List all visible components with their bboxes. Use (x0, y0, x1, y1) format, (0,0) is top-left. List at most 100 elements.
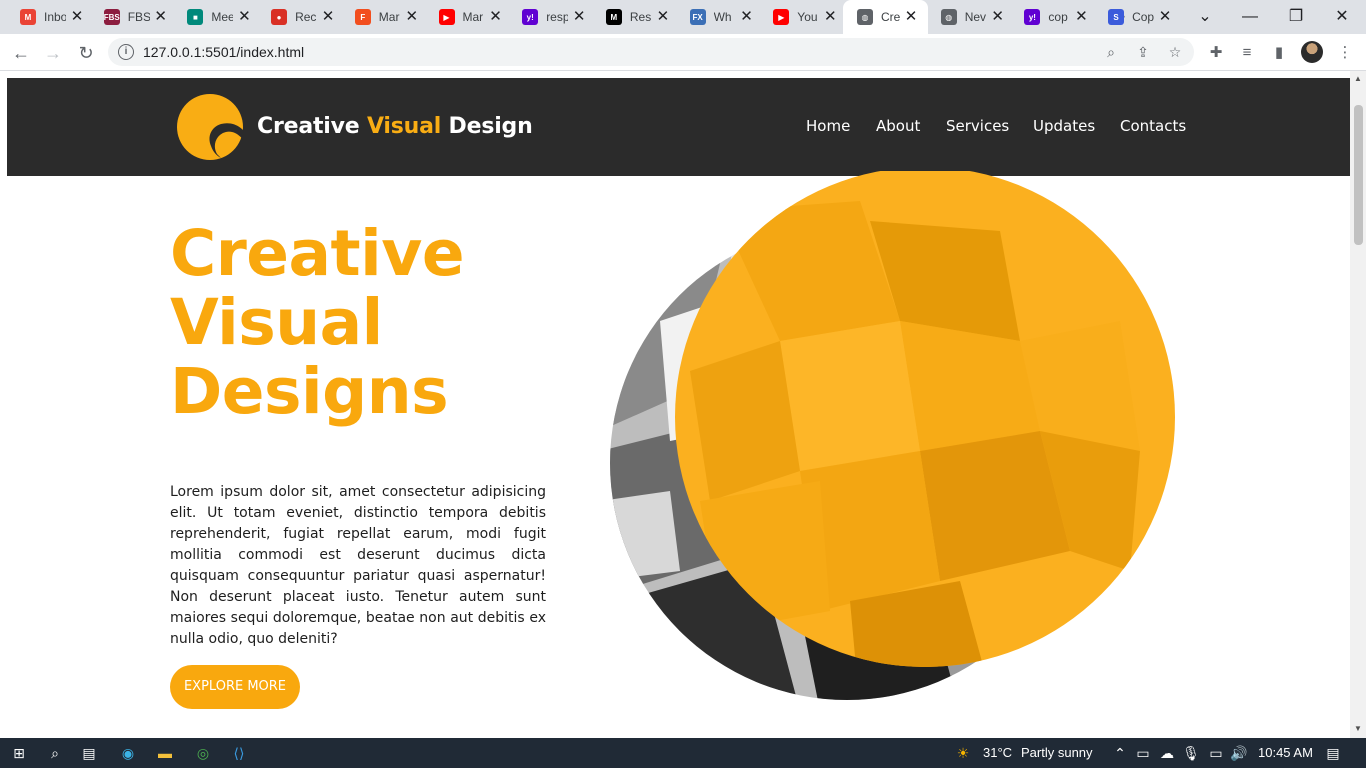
close-tab-icon[interactable]: ✕ (739, 9, 755, 25)
tab-search-icon[interactable]: ⌄ (1193, 5, 1217, 29)
volume-icon[interactable]: 🔊 (1228, 743, 1250, 763)
media-queue-icon[interactable]: ≡ (1236, 42, 1258, 64)
close-tab-icon[interactable]: ✕ (990, 9, 1006, 25)
record-icon: ● (271, 9, 288, 25)
browser-tab[interactable]: FBS FBS ✕ (97, 0, 175, 34)
browser-toolbar: ← → ↻ i 127.0.0.1:5501/index.html ⌕ ⇪ ☆ … (0, 34, 1366, 71)
scroll-down-icon[interactable]: ▼ (1354, 725, 1362, 733)
windows-taskbar: ⊞ ⌕ ▤ ◉ ▬ ◎ ⟨⟩ ☀ 31°C Partly sunny ⌃ ▭ ☁… (0, 738, 1366, 768)
tab-title: Mar (378, 10, 400, 24)
start-icon[interactable]: ⊞ (8, 743, 30, 763)
close-tab-icon[interactable]: ✕ (69, 9, 85, 25)
fbs-icon: FBS (103, 9, 120, 25)
browser-tab[interactable]: y! resp ✕ (515, 0, 593, 34)
weather-temp[interactable]: 31°C (983, 745, 1012, 760)
show-hidden-icons-icon[interactable]: ⌃ (1109, 743, 1131, 763)
onedrive-icon[interactable]: ☁ (1156, 743, 1178, 763)
tab-title: Cre (881, 10, 901, 24)
browser-tab[interactable]: ● Rec ✕ (264, 0, 342, 34)
browser-tab[interactable]: ◍ Cre ✕ (843, 0, 928, 34)
brand-name-accent: Visual (366, 114, 442, 139)
close-tab-icon[interactable]: ✕ (571, 9, 587, 25)
close-tab-icon[interactable]: ✕ (655, 9, 671, 25)
restore-icon[interactable]: ❐ (1284, 5, 1308, 29)
close-tab-icon[interactable]: ✕ (1157, 9, 1173, 25)
profile-avatar[interactable] (1301, 41, 1323, 63)
browser-tab[interactable]: ◍ Nev ✕ (934, 0, 1012, 34)
tab-title: Rec (295, 10, 317, 24)
close-tab-icon[interactable]: ✕ (236, 9, 252, 25)
tab-title: Meet (211, 10, 234, 24)
tab-title: Cop (1132, 10, 1155, 24)
share-icon[interactable]: ⇪ (1133, 42, 1153, 62)
browser-tab[interactable]: F Mar ✕ (348, 0, 426, 34)
scrollbar-thumb[interactable] (1354, 105, 1363, 245)
tab-title: resp (546, 10, 569, 24)
file-explorer-icon[interactable]: ▬ (154, 743, 176, 763)
browser-tab[interactable]: M Res ✕ (599, 0, 677, 34)
close-tab-icon[interactable]: ✕ (903, 9, 919, 25)
browser-tab[interactable]: y! cop ✕ (1017, 0, 1095, 34)
weather-text[interactable]: Partly sunny (1021, 745, 1093, 760)
tab-title: Inbox (44, 10, 66, 24)
weather-icon[interactable]: ☀ (952, 743, 974, 763)
close-tab-icon[interactable]: ✕ (153, 9, 169, 25)
search-icon[interactable]: ⌕ (44, 743, 66, 763)
brand-logo-icon[interactable] (177, 94, 243, 160)
close-tab-icon[interactable]: ✕ (404, 9, 420, 25)
close-tab-icon[interactable]: ✕ (320, 9, 336, 25)
clock[interactable]: 10:45 AM (1258, 745, 1313, 760)
zoom-icon[interactable]: ⌕ (1101, 42, 1121, 62)
site-info-icon[interactable]: i (118, 44, 134, 60)
page-scrollbar[interactable]: ▲ ▼ (1350, 71, 1366, 738)
forward-icon[interactable]: → (40, 40, 66, 66)
minimize-icon[interactable]: — (1238, 5, 1262, 29)
gmail-icon: M (20, 9, 36, 25)
vscode-icon[interactable]: ⟨⟩ (228, 743, 250, 763)
reload-icon[interactable]: ↻ (73, 40, 99, 66)
address-bar[interactable]: i 127.0.0.1:5501/index.html ⌕ ⇪ ☆ (108, 38, 1194, 66)
browser-tab[interactable]: M Inbox✕ (13, 0, 91, 34)
bookmark-star-icon[interactable]: ☆ (1165, 42, 1185, 62)
browser-tab[interactable]: ■ Meet✕ (180, 0, 258, 34)
brand-name[interactable]: Creative Visual Design (257, 114, 533, 139)
nav-updates[interactable]: Updates (1033, 117, 1095, 135)
tab-title: FBS (127, 10, 150, 24)
tab-strip: + ⌄ — ❐ ✕ MInbox✕FBSFBS✕■Meet✕●Rec✕FMar✕… (0, 0, 1366, 34)
edge-icon[interactable]: ◉ (117, 743, 139, 763)
hero-description: Lorem ipsum dolor sit, amet consectetur … (170, 484, 546, 647)
network-icon[interactable]: ▭ (1205, 743, 1227, 763)
nav-home[interactable]: Home (806, 117, 850, 135)
browser-tab[interactable]: ▶ Mar ✕ (432, 0, 510, 34)
hero-title: Creative Visual Designs (170, 219, 590, 426)
chrome-icon[interactable]: ◎ (192, 743, 214, 763)
menu-kebab-icon[interactable]: ⋮ (1334, 42, 1356, 64)
extensions-icon[interactable]: ✚ (1205, 42, 1227, 64)
nav-about[interactable]: About (876, 117, 920, 135)
explore-more-button[interactable]: EXPLORE MORE (170, 665, 300, 709)
close-tab-icon[interactable]: ✕ (488, 9, 504, 25)
close-tab-icon[interactable]: ✕ (822, 9, 838, 25)
side-panel-icon[interactable]: ▮ (1268, 42, 1290, 64)
hero-illustration (610, 171, 1175, 700)
meet-now-icon[interactable]: ▭ (1132, 743, 1154, 763)
nav-contacts[interactable]: Contacts (1120, 117, 1186, 135)
microphone-icon[interactable]: 🎙 (1180, 743, 1202, 763)
figma-icon: F (354, 9, 371, 25)
nav-services[interactable]: Services (946, 117, 1009, 135)
notifications-icon[interactable]: ▤ (1322, 743, 1344, 763)
browser-tab[interactable]: FX Wh ✕ (683, 0, 761, 34)
s-icon: S (1108, 9, 1125, 25)
task-view-icon[interactable]: ▤ (78, 743, 100, 763)
scroll-up-icon[interactable]: ▲ (1354, 75, 1362, 83)
tab-title: cop (1048, 10, 1068, 24)
site-header: Creative Visual Design Home About Servic… (7, 78, 1350, 176)
url-text[interactable]: 127.0.0.1:5501/index.html (143, 44, 304, 60)
close-tab-icon[interactable]: ✕ (1073, 9, 1089, 25)
close-window-icon[interactable]: ✕ (1330, 5, 1354, 29)
meet-icon: ■ (187, 9, 204, 25)
globe-icon: ◍ (940, 9, 957, 25)
back-icon[interactable]: ← (8, 40, 34, 66)
browser-tab[interactable]: ▶ You ✕ (766, 0, 844, 34)
browser-tab[interactable]: S Cop ✕ (1101, 0, 1179, 34)
